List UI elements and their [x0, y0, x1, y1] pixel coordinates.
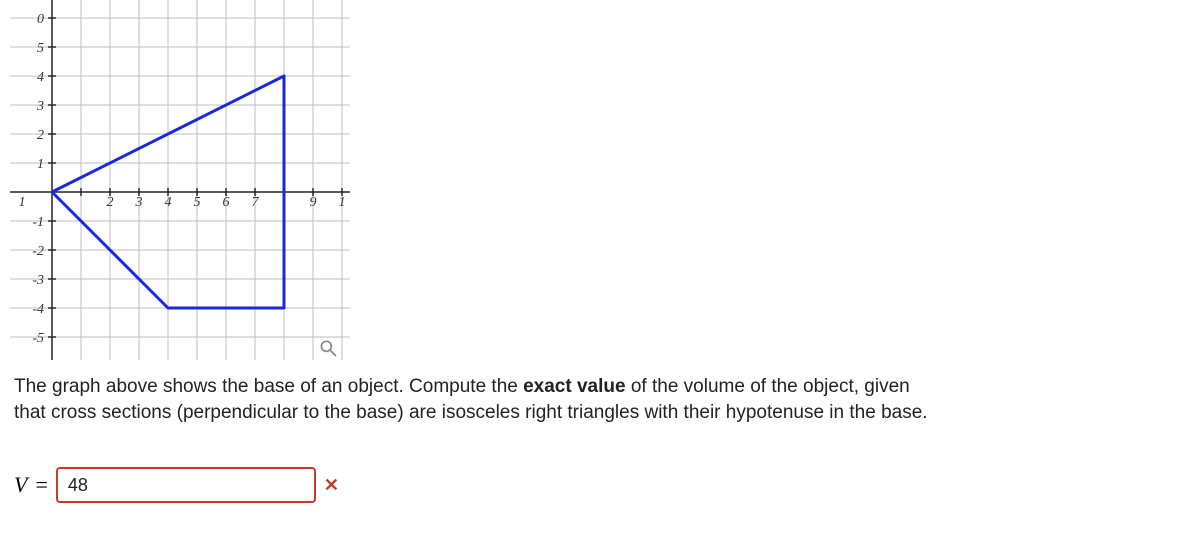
x-tick-2: 2 — [107, 195, 114, 210]
problem-line1-a: The graph above shows the base of an obj… — [14, 376, 523, 397]
y-tick--1: -1 — [32, 215, 44, 230]
y-tick-6: 0 — [37, 12, 44, 27]
x-tick-6: 6 — [223, 195, 230, 210]
answer-variable: V — [14, 472, 27, 498]
x-tick-3: 3 — [135, 195, 143, 210]
problem-line1-b: of the volume of the object, given — [626, 376, 910, 397]
y-tick--5: -5 — [32, 331, 44, 346]
base-graph: 0 5 4 3 2 1 -1 -2 -3 -4 -5 1 2 3 4 5 6 7… — [10, 0, 350, 360]
y-tick-2: 2 — [37, 128, 44, 143]
x-tick--1: 1 — [19, 195, 26, 210]
x-tick-7: 7 — [252, 195, 260, 210]
incorrect-icon: ✕ — [324, 475, 339, 496]
answer-row: V = ✕ — [14, 467, 1186, 503]
answer-input[interactable] — [56, 467, 316, 503]
x-tick-9: 9 — [310, 195, 317, 210]
y-tick-3: 3 — [36, 99, 44, 114]
x-tick-10: 1 — [339, 195, 346, 210]
y-tick--3: -3 — [32, 273, 44, 288]
graph-container: 0 5 4 3 2 1 -1 -2 -3 -4 -5 1 2 3 4 5 6 7… — [10, 0, 350, 360]
equals-sign: = — [35, 472, 47, 498]
x-tick-5: 5 — [194, 195, 201, 210]
y-tick-5: 5 — [37, 41, 44, 56]
y-tick--2: -2 — [32, 244, 44, 259]
y-tick-4: 4 — [37, 70, 44, 85]
problem-emphasis: exact value — [523, 376, 625, 397]
x-tick-4: 4 — [165, 195, 172, 210]
problem-line2: that cross sections (perpendicular to th… — [14, 402, 928, 423]
magnifier-icon[interactable] — [318, 338, 338, 358]
y-tick-1: 1 — [37, 157, 44, 172]
y-tick--4: -4 — [32, 302, 44, 317]
problem-text: The graph above shows the base of an obj… — [14, 374, 1186, 425]
